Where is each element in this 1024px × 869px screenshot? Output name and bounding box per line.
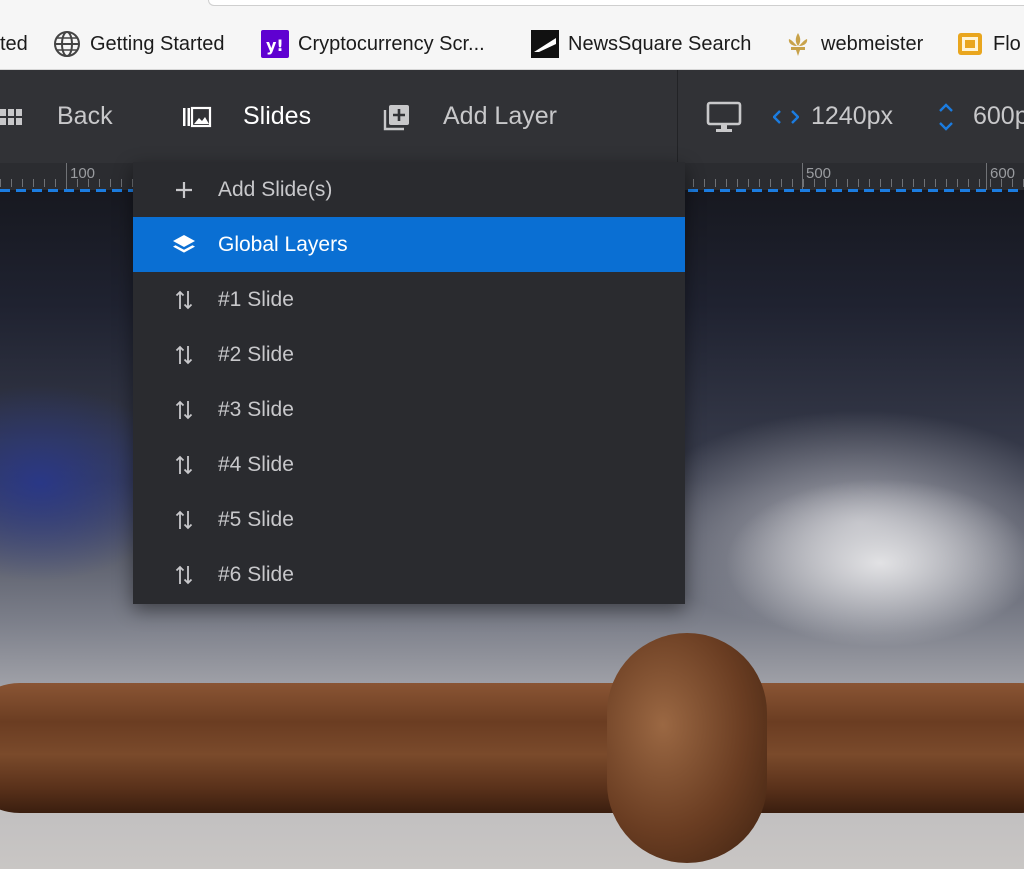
menu-item-slide-1[interactable]: #1 Slide bbox=[133, 272, 685, 327]
grid-icon bbox=[0, 108, 24, 126]
add-layer-label: Add Layer bbox=[443, 102, 557, 130]
height-field[interactable]: 600p bbox=[937, 70, 1024, 163]
ruler-label: 600 bbox=[990, 165, 1016, 182]
bookmark-label: Flo bbox=[993, 32, 1021, 55]
sort-arrows-icon[interactable] bbox=[172, 398, 196, 422]
menu-item-label: #4 Slide bbox=[218, 452, 294, 476]
bookmark-label: NewsSquare Search bbox=[568, 32, 752, 55]
menu-item-slide-3[interactable]: #3 Slide bbox=[133, 382, 685, 437]
sort-arrows-icon[interactable] bbox=[172, 453, 196, 477]
bookmark-label: ted bbox=[0, 32, 28, 55]
slides-dropdown-menu: Add Slide(s) Global Layers #1 Slide #2 S… bbox=[133, 162, 685, 604]
ruler-major-tick bbox=[802, 163, 803, 190]
sort-arrows-icon[interactable] bbox=[172, 343, 196, 367]
menu-item-label: #1 Slide bbox=[218, 287, 294, 311]
bookmark-label: Getting Started bbox=[90, 32, 225, 55]
width-value: 1240px bbox=[811, 102, 894, 130]
menu-item-add-slides[interactable]: Add Slide(s) bbox=[133, 162, 685, 217]
bookmark-newssquare[interactable]: NewsSquare Search bbox=[531, 28, 751, 60]
code-arrows-icon bbox=[773, 108, 799, 126]
fleur-de-lis-icon bbox=[784, 30, 812, 58]
background-photo-bat-knob bbox=[607, 633, 767, 863]
slides-label: Slides bbox=[243, 102, 312, 130]
sort-arrows-icon[interactable] bbox=[172, 288, 196, 312]
yahoo-icon: y! bbox=[261, 30, 289, 58]
ruler-label: 500 bbox=[806, 165, 832, 182]
ruler-major-tick bbox=[66, 163, 67, 190]
address-bar-edge bbox=[208, 0, 1024, 6]
editor-toolbar: Back Slides Add Layer 1240px 600p bbox=[0, 70, 1024, 163]
width-field[interactable]: 1240px bbox=[773, 70, 893, 163]
slides-icon bbox=[182, 106, 212, 128]
back-button[interactable]: Back bbox=[0, 70, 113, 163]
menu-item-label: #6 Slide bbox=[218, 562, 294, 586]
sort-arrows-icon[interactable] bbox=[172, 508, 196, 532]
ruler-major-tick bbox=[986, 163, 987, 190]
vertical-arrows-icon bbox=[937, 102, 955, 132]
add-layer-button[interactable]: Add Layer bbox=[383, 70, 557, 163]
newssquare-icon bbox=[531, 30, 559, 58]
bookmark-cryptocurrency[interactable]: y! Cryptocurrency Scr... bbox=[261, 28, 485, 60]
bookmark-label: Cryptocurrency Scr... bbox=[298, 32, 485, 55]
menu-item-slide-4[interactable]: #4 Slide bbox=[133, 437, 685, 492]
add-layer-icon bbox=[383, 103, 411, 131]
menu-item-slide-6[interactable]: #6 Slide bbox=[133, 547, 685, 602]
height-value: 600p bbox=[973, 102, 1024, 130]
bookmark-getting-started[interactable]: Getting Started bbox=[53, 28, 225, 60]
menu-item-global-layers[interactable]: Global Layers bbox=[133, 217, 685, 272]
background-photo-bat bbox=[0, 683, 1024, 813]
device-desktop-button[interactable] bbox=[706, 70, 742, 163]
bookmark-webmeister[interactable]: webmeister bbox=[784, 28, 923, 60]
menu-item-label: #3 Slide bbox=[218, 397, 294, 421]
menu-item-label: Global Layers bbox=[218, 232, 348, 256]
monitor-icon bbox=[706, 101, 742, 133]
globe-icon bbox=[53, 30, 81, 58]
menu-item-label: #5 Slide bbox=[218, 507, 294, 531]
slides-button[interactable]: Slides bbox=[182, 70, 311, 163]
svg-text:y!: y! bbox=[266, 36, 284, 55]
layers-icon bbox=[172, 233, 196, 257]
menu-item-label: #2 Slide bbox=[218, 342, 294, 366]
bookmark-label: webmeister bbox=[821, 32, 924, 55]
bookmarks-bar: ted Getting Started y! Cryptocurrency Sc… bbox=[0, 0, 1024, 70]
bookmark-flo[interactable]: Flo bbox=[956, 28, 1021, 60]
menu-item-slide-5[interactable]: #5 Slide bbox=[133, 492, 685, 547]
toolbar-divider bbox=[677, 70, 678, 163]
menu-item-label: Add Slide(s) bbox=[218, 177, 333, 201]
back-label: Back bbox=[57, 102, 113, 130]
menu-item-slide-2[interactable]: #2 Slide bbox=[133, 327, 685, 382]
sort-arrows-icon[interactable] bbox=[172, 563, 196, 587]
plus-icon bbox=[172, 178, 196, 202]
ruler-label: 100 bbox=[70, 165, 96, 182]
bookmark-item[interactable]: ted bbox=[0, 28, 28, 60]
folder-icon bbox=[956, 30, 984, 58]
